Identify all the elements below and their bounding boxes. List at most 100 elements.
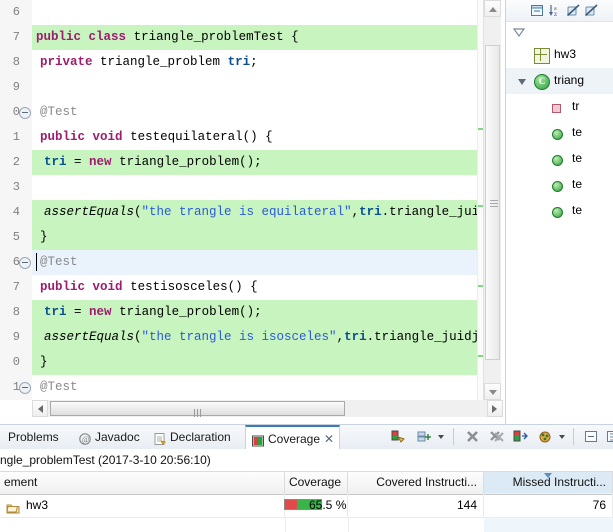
eclipse-ide-window: 678901234567890123456789012 public class… bbox=[0, 0, 613, 532]
fold-collapse-icon[interactable] bbox=[19, 382, 31, 394]
line-number: 1 bbox=[0, 375, 32, 400]
scroll-left-arrow-icon[interactable] bbox=[32, 400, 48, 417]
java-editor[interactable]: 678901234567890123456789012 public class… bbox=[0, 0, 503, 416]
tab-coverage[interactable]: Coverage ✕ bbox=[245, 425, 340, 450]
remove-session-icon[interactable] bbox=[465, 429, 481, 444]
outline-item-label: te bbox=[572, 151, 583, 165]
remove-all-sessions-icon[interactable] bbox=[489, 429, 505, 444]
outline-item[interactable]: Ctriang bbox=[506, 68, 613, 94]
column-guide bbox=[285, 518, 286, 532]
code-line[interactable]: @Test bbox=[32, 375, 478, 400]
line-number: 5 bbox=[12, 230, 20, 244]
code-line[interactable]: tri = new triangle_problem(); bbox=[32, 150, 478, 175]
export-session-icon[interactable] bbox=[537, 429, 553, 444]
editor-vertical-scroll-thumb[interactable] bbox=[485, 45, 500, 360]
editor-vertical-scrollbar[interactable] bbox=[483, 0, 501, 400]
column-header[interactable]: Covered Instructi... bbox=[348, 472, 484, 493]
view-menu-icon[interactable] bbox=[583, 429, 599, 444]
outline-item[interactable]: te bbox=[506, 172, 613, 198]
line-number: 7 bbox=[12, 280, 20, 294]
code-line-text: @Test bbox=[40, 380, 78, 394]
line-number: 9 bbox=[12, 330, 20, 344]
tab-javadoc[interactable]: @ Javadoc bbox=[73, 425, 151, 450]
scroll-down-arrow-icon[interactable] bbox=[484, 383, 501, 400]
coverage-table-header[interactable]: ement Coverage Covered Instructi... Missed … bbox=[0, 471, 613, 495]
coverage-view-toolbar[interactable] bbox=[373, 424, 613, 449]
collapse-icon[interactable] bbox=[605, 429, 613, 444]
column-header-label: Coverage bbox=[288, 475, 341, 489]
code-line[interactable]: @Test bbox=[32, 250, 478, 275]
code-line-text: assertEquals("the trangle is equilateral… bbox=[44, 205, 478, 219]
line-number: 6 bbox=[12, 5, 20, 19]
outline-root-twisty-icon[interactable] bbox=[512, 26, 526, 38]
sort-descending-icon bbox=[544, 473, 552, 478]
code-line[interactable]: assertEquals("the trangle is isosceles",… bbox=[32, 325, 478, 350]
line-number: 6 bbox=[0, 250, 32, 275]
merge-dropdown-caret[interactable] bbox=[438, 435, 444, 439]
column-header[interactable]: Coverage bbox=[285, 472, 348, 493]
line-number: 7 bbox=[12, 30, 20, 44]
code-line[interactable]: public void testisosceles() { bbox=[32, 275, 478, 300]
editor-line-number-gutter[interactable]: 678901234567890123456789012 bbox=[0, 0, 33, 400]
toolbar-separator bbox=[573, 428, 574, 445]
tab-label: Declaration bbox=[170, 430, 231, 444]
code-line-text: } bbox=[40, 355, 48, 369]
code-line[interactable]: } bbox=[32, 350, 478, 375]
code-line-text: private triangle_problem tri; bbox=[40, 55, 258, 69]
outline-tree[interactable]: hw3 Ctriang tr te te te te bbox=[506, 42, 613, 224]
editor-horizontal-scroll-thumb[interactable] bbox=[50, 401, 345, 417]
sorted-column-background bbox=[484, 518, 613, 532]
code-line[interactable]: private triangle_problem tri; bbox=[32, 50, 478, 75]
merge-sessions-icon[interactable] bbox=[417, 429, 433, 444]
hide-static-icon[interactable] bbox=[584, 3, 599, 18]
tab-declaration[interactable]: Declaration bbox=[148, 425, 244, 450]
javadoc-icon: @ bbox=[78, 430, 92, 445]
code-line[interactable] bbox=[32, 175, 478, 200]
column-header[interactable]: Missed Instructi... bbox=[484, 472, 613, 493]
code-line[interactable] bbox=[32, 0, 478, 25]
editor-code-area[interactable]: public class triangle_problemTest { priva… bbox=[32, 0, 478, 400]
fold-collapse-icon[interactable] bbox=[19, 257, 31, 269]
table-row[interactable]: hw3 65.5 % 144 76 bbox=[0, 493, 613, 517]
code-line[interactable]: public class triangle_problemTest { bbox=[32, 25, 478, 50]
code-line[interactable] bbox=[32, 75, 478, 100]
outline-item-label: te bbox=[572, 125, 583, 139]
cell-element-label: hw3 bbox=[26, 498, 49, 512]
import-session-icon[interactable] bbox=[513, 429, 529, 444]
code-line[interactable]: } bbox=[32, 225, 478, 250]
code-line[interactable]: public void testequilateral() { bbox=[32, 125, 478, 150]
column-header-label: Covered Instructi... bbox=[376, 475, 477, 489]
code-line[interactable]: tri = new triangle_problem(); bbox=[32, 300, 478, 325]
method-icon bbox=[552, 155, 563, 166]
outline-item-label: hw3 bbox=[554, 47, 577, 61]
sort-alphabetically-icon[interactable]: a z bbox=[548, 3, 563, 18]
collapse-all-icon[interactable] bbox=[530, 3, 545, 18]
scroll-up-arrow-icon[interactable] bbox=[484, 0, 501, 17]
outline-item[interactable]: tr bbox=[506, 94, 613, 120]
outline-toolbar[interactable]: a z bbox=[506, 0, 613, 22]
code-line-text: } bbox=[40, 230, 48, 244]
tab-problems[interactable]: Problems bbox=[4, 425, 66, 450]
code-line[interactable]: assertEquals("the trangle is equilateral… bbox=[32, 200, 478, 225]
scroll-right-arrow-icon[interactable] bbox=[487, 400, 503, 417]
outline-item[interactable]: te bbox=[506, 120, 613, 146]
editor-horizontal-scrollbar[interactable] bbox=[32, 400, 503, 417]
method-icon bbox=[552, 207, 563, 218]
outline-item[interactable]: te bbox=[506, 198, 613, 224]
coverage-icon bbox=[251, 432, 265, 447]
package-icon bbox=[534, 48, 550, 64]
bottom-view-stack: Problems @ Javadoc Declaration Coverage ✕ bbox=[0, 424, 613, 532]
column-guide bbox=[348, 518, 349, 532]
outline-item-label: te bbox=[572, 177, 583, 191]
code-line[interactable]: @Test bbox=[32, 100, 478, 125]
fold-collapse-icon[interactable] bbox=[19, 107, 31, 119]
line-number: 3 bbox=[12, 180, 20, 194]
relaunch-coverage-icon[interactable] bbox=[391, 429, 407, 444]
outline-twisty-icon[interactable] bbox=[518, 79, 526, 85]
outline-item[interactable]: te bbox=[506, 146, 613, 172]
column-header[interactable]: ement bbox=[0, 472, 285, 493]
outline-view[interactable]: a z hw3 C triang tr te te te te bbox=[505, 0, 613, 424]
export-dropdown-caret[interactable] bbox=[559, 435, 565, 439]
hide-fields-icon[interactable] bbox=[566, 3, 581, 18]
outline-item[interactable]: hw3 bbox=[506, 42, 613, 68]
